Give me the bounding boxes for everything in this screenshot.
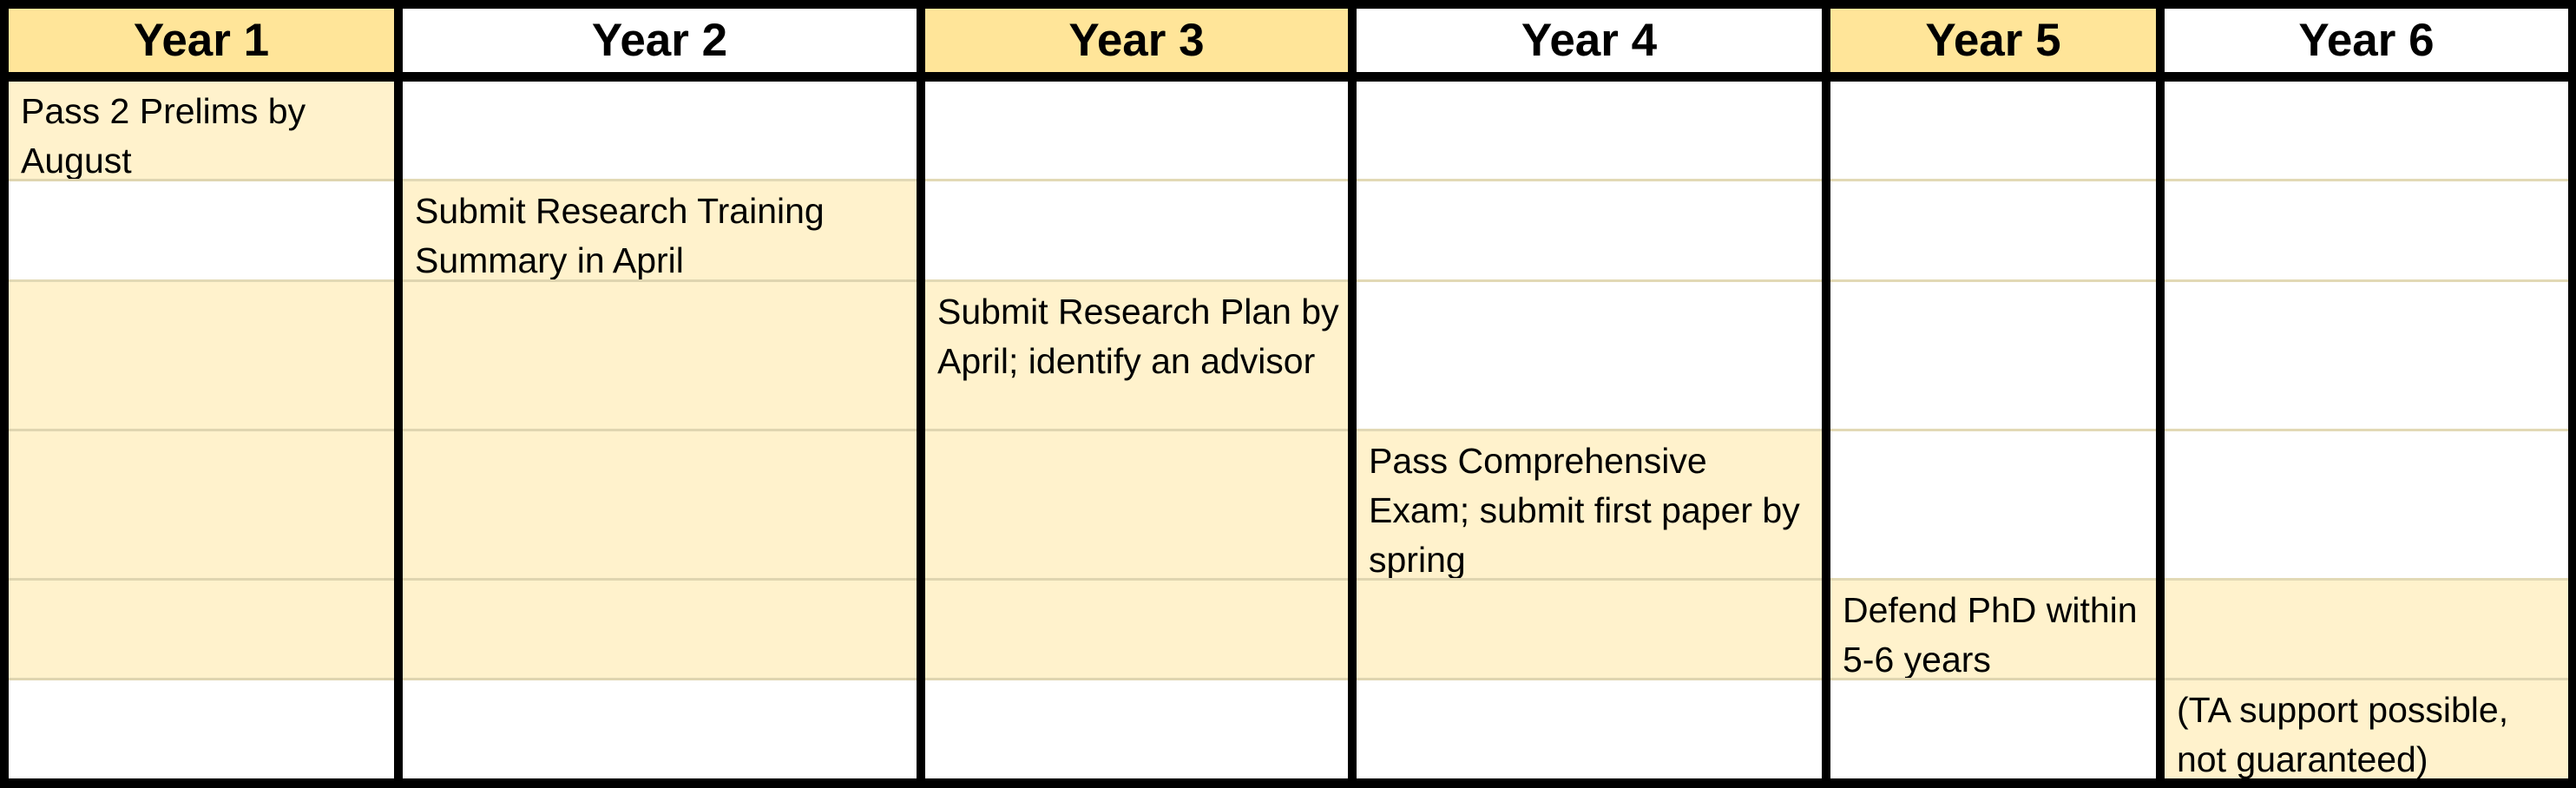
column-header[interactable]: Year 3 [925,9,1348,72]
table-cell[interactable]: Submit Research Training Summary in Apri… [403,181,917,282]
column-header[interactable]: Year 4 [1357,9,1822,72]
table-cell[interactable] [2165,82,2568,181]
table-cell[interactable] [9,181,394,282]
column-header[interactable]: Year 1 [9,9,394,72]
table-cell[interactable] [1357,581,1822,680]
table-cell[interactable] [1830,680,2156,778]
table-cell[interactable] [9,282,394,431]
table-cell[interactable] [925,581,1348,680]
column-year-3: Year 3 Submit Research Plan by April; id… [925,9,1348,778]
table-cell[interactable] [2165,181,2568,282]
table-cell[interactable] [2165,282,2568,431]
table-cell[interactable] [1830,282,2156,431]
table-cell[interactable] [1830,82,2156,181]
column-year-6: Year 6 (TA support possible, not guarant… [2165,9,2568,778]
table-cell[interactable] [1357,282,1822,431]
table-cell[interactable]: Pass 2 Prelims by August [9,82,394,181]
table-cell[interactable] [403,82,917,181]
table-cell[interactable] [403,581,917,680]
table-cell[interactable]: (TA support possible, not guaranteed) [2165,680,2568,778]
table-cell[interactable] [2165,581,2568,680]
phd-timeline-table: Year 1 Pass 2 Prelims by August Year 2 S… [0,0,2576,788]
column-header[interactable]: Year 6 [2165,9,2568,72]
table-cell[interactable] [403,431,917,581]
column-header[interactable]: Year 2 [403,9,917,72]
table-cell[interactable]: Defend PhD within 5-6 years [1830,581,2156,680]
table-cell[interactable] [1830,431,2156,581]
table-cell[interactable] [1830,181,2156,282]
table-cell[interactable] [1357,181,1822,282]
table-cell[interactable] [925,82,1348,181]
table-cell[interactable] [403,680,917,778]
table-cell[interactable] [2165,431,2568,581]
column-year-5: Year 5 Defend PhD within 5-6 years [1830,9,2156,778]
table-cell[interactable] [1357,680,1822,778]
table-cell[interactable] [925,431,1348,581]
column-year-1: Year 1 Pass 2 Prelims by August [9,9,394,778]
table-cell[interactable] [9,680,394,778]
table-cell[interactable] [9,581,394,680]
table-cell[interactable]: Pass Comprehensive Exam; submit first pa… [1357,431,1822,581]
column-year-2: Year 2 Submit Research Training Summary … [403,9,917,778]
table-cell[interactable] [9,431,394,581]
table-cell[interactable] [403,282,917,431]
column-year-4: Year 4 Pass Comprehensive Exam; submit f… [1357,9,1822,778]
column-header[interactable]: Year 5 [1830,9,2156,72]
table-cell[interactable] [1357,82,1822,181]
table-cell[interactable]: Submit Research Plan by April; identify … [925,282,1348,431]
table-cell[interactable] [925,181,1348,282]
table-cell[interactable] [925,680,1348,778]
